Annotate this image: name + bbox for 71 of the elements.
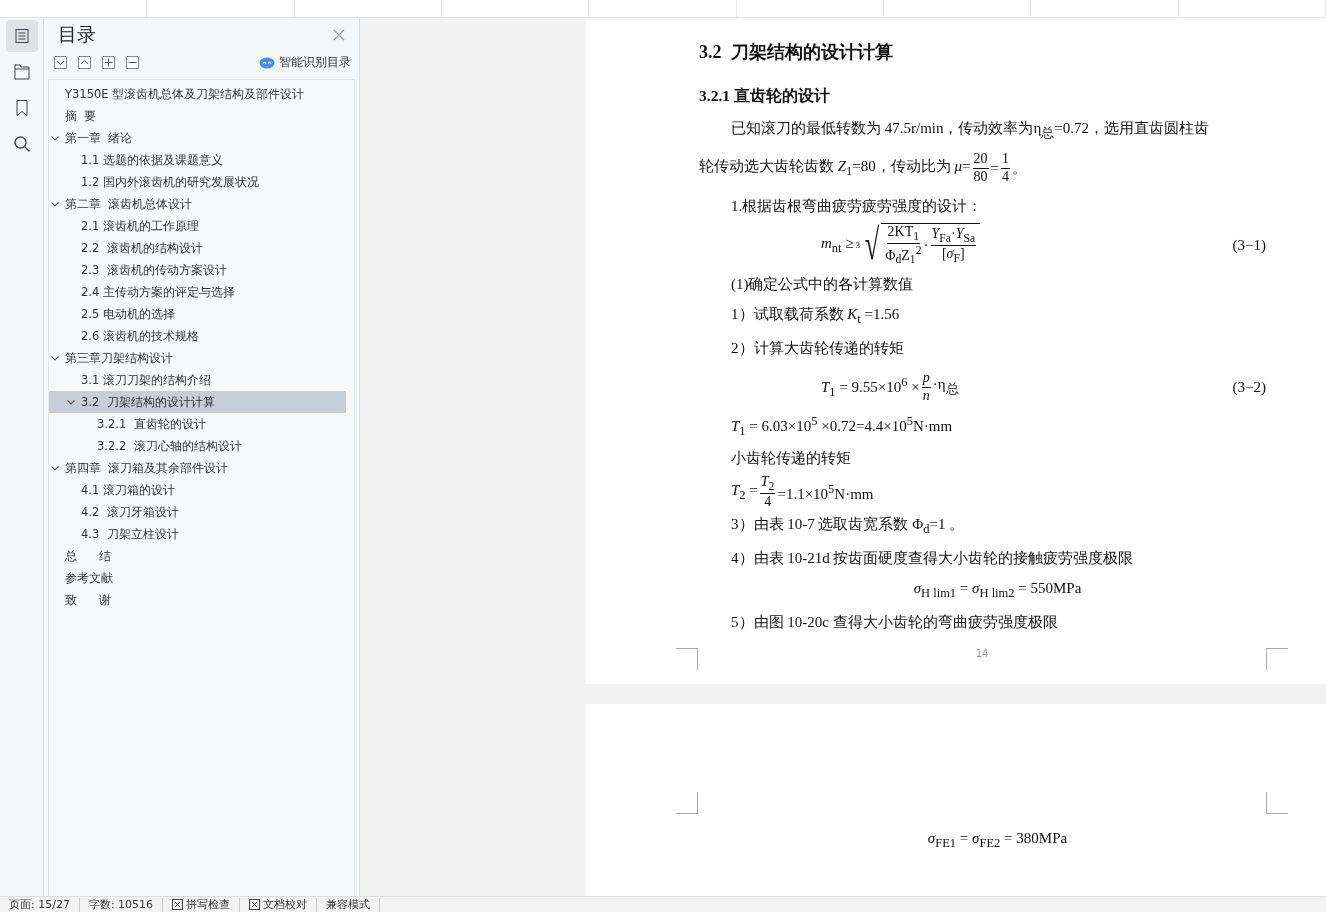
checkbox-icon	[172, 899, 184, 910]
paragraph: 4）由表 10-21d 按齿面硬度查得大小齿轮的接触疲劳强度极限	[730, 548, 1135, 568]
collapse-button[interactable]	[54, 56, 67, 69]
toc-item[interactable]: 4.2 滚刀牙箱设计	[49, 501, 346, 523]
toc-item[interactable]: 第四章 滚刀箱及其余部件设计	[49, 457, 346, 479]
formula: σ$_{FE1}$ = σ$_{FE2}$ = 380MPa	[926, 828, 1069, 852]
toc-item[interactable]: 2.4 主传动方案的评定与选择	[49, 281, 346, 303]
toc-item[interactable]: 参考文献	[49, 567, 346, 589]
toc-item[interactable]: 1.1 选题的依据及课题意义	[49, 149, 346, 171]
expand-button[interactable]	[78, 56, 91, 69]
paragraph: 5）由图 10-20c 查得大小齿轮的弯曲疲劳强度极限	[730, 612, 1059, 632]
list-icon	[13, 28, 30, 44]
caret-icon[interactable]	[50, 463, 60, 473]
close-icon[interactable]	[333, 29, 345, 41]
panel-title: 目录	[58, 22, 97, 47]
paragraph: T$_{2}$ = T$_{2}$ 4 =1.1×10$^{5}$N·mm	[730, 474, 875, 511]
paragraph: 3）由表 10-7 选取齿宽系数 Φ$_{d}$=1 。	[730, 515, 966, 539]
caret-icon[interactable]	[50, 353, 60, 363]
search-icon	[12, 135, 31, 153]
status-text: 字数: 10516	[79, 897, 164, 912]
toc-item[interactable]: 4.1 滚刀箱的设计	[49, 479, 346, 501]
toc-item[interactable]: 2.5 电动机的选择	[49, 303, 346, 325]
toc-item[interactable]: 第三章刀架结构设计	[49, 347, 346, 369]
toc-item[interactable]: 2.6 滚齿机的技术规格	[49, 325, 346, 347]
paragraph: 1.根据齿根弯曲疲劳疲劳强度的设计：	[730, 196, 984, 216]
paragraph: 小齿轮传递的转矩	[730, 448, 852, 468]
toc-item[interactable]: 总 结	[49, 545, 346, 567]
chevron-up-icon	[80, 58, 89, 67]
remove-button[interactable]	[126, 56, 139, 69]
section-heading: 3.2 刀架结构的设计计算	[699, 41, 894, 64]
status-toggle[interactable]: 拼写检查	[163, 897, 241, 912]
toc-item[interactable]: 1.2 国内外滚齿机的研究发展状况	[49, 171, 346, 193]
toc-item[interactable]: 2.1 滚齿机的工作原理	[49, 215, 346, 237]
plus-icon	[104, 58, 113, 67]
subsection-heading: 3.2.1 直齿轮的设计	[699, 85, 831, 106]
toc-item[interactable]: 3.2.1 直齿轮的设计	[49, 413, 346, 435]
caret-icon[interactable]	[50, 199, 60, 209]
toc-item[interactable]: 3.1 滚刀刀架的结构介绍	[49, 369, 346, 391]
paragraph: 1）试取载荷系数 K$_{t}$ =1.56	[730, 305, 901, 328]
toc-item[interactable]: 摘 要	[49, 105, 346, 127]
caret-icon[interactable]	[66, 397, 76, 407]
smart-toc-link[interactable]: 智能识别目录	[279, 54, 351, 71]
toc-item[interactable]: 3.2 刀架结构的设计计算	[49, 391, 346, 413]
paragraph: 已知滚刀的最低转数为 47.5r/min，传动效率为η$_{总}$=0.72，选用直齿圆柱齿	[730, 118, 1211, 142]
toc-item[interactable]: 第二章 滚齿机总体设计	[49, 193, 346, 215]
toc-item[interactable]: 4.3 刀架立柱设计	[49, 523, 346, 545]
toc-item[interactable]: 2.2 滚齿机的结构设计	[49, 237, 346, 259]
toc-item[interactable]: 致 谢	[49, 589, 346, 611]
paragraph: (1)确定公式中的各计算数值	[730, 274, 915, 294]
add-button[interactable]	[102, 56, 115, 69]
crop-mark	[1266, 648, 1288, 671]
paragraph: T$_{1}$ = 6.03×10$^{5}$ ×0.72=4.4×10$^{5}$N·mm	[730, 412, 954, 440]
status-text: 页面: 15/27	[0, 897, 80, 912]
toc-item[interactable]: 3.2.2 滚刀心轴的结构设计	[49, 435, 346, 457]
toc-item[interactable]: Y3150E 型滚齿机总体及刀架结构及部件设计	[49, 83, 346, 105]
cloud-icon	[259, 56, 275, 69]
status-text: 兼容模式	[317, 897, 381, 912]
status-toggle[interactable]: 文档校对	[240, 897, 318, 912]
toc-item[interactable]: 第一章 绪论	[49, 127, 346, 149]
checkbox-icon	[249, 899, 261, 910]
crop-mark	[1266, 792, 1288, 814]
formula: σ$_{H lim1}$ = σ$_{H lim2}$ = 550MPa	[912, 578, 1083, 602]
bookmark-icon	[13, 99, 30, 117]
chevron-down-icon	[56, 58, 65, 67]
caret-icon[interactable]	[50, 133, 60, 143]
paragraph: 2）计算大齿轮传递的转矩	[730, 338, 905, 358]
crop-mark	[676, 648, 698, 671]
crop-mark	[676, 792, 698, 814]
toc-item[interactable]: 2.3 滚齿机的传动方案设计	[49, 259, 346, 281]
page-number: 14	[974, 648, 990, 660]
toc-panel-tab[interactable]	[5, 20, 38, 52]
